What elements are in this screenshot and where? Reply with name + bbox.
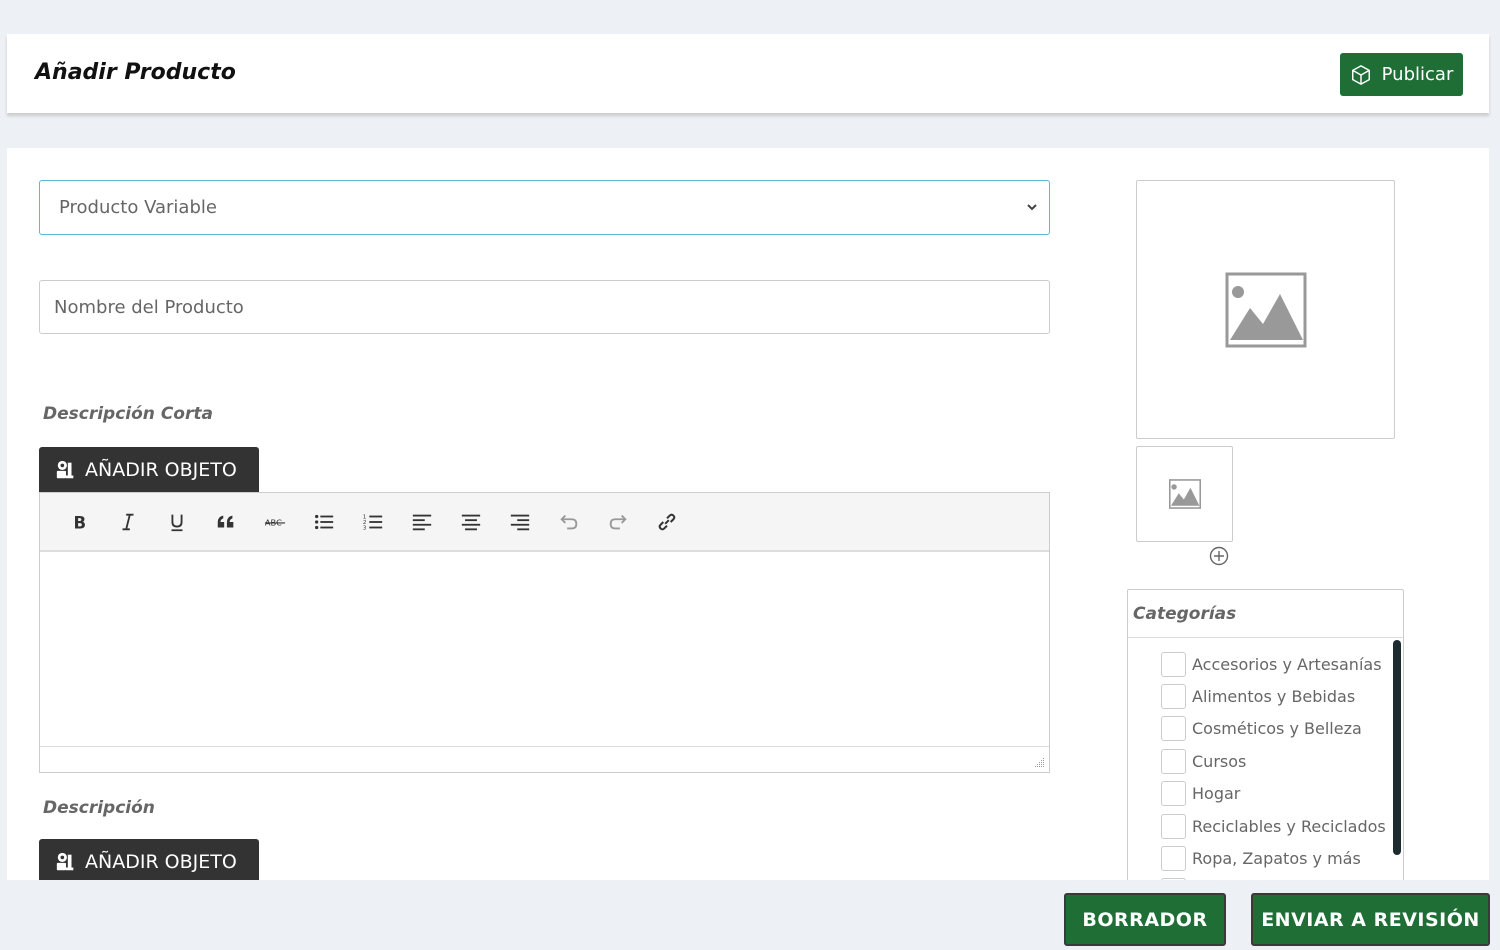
publish-label: Publicar [1381, 64, 1454, 85]
bold-icon: B [73, 513, 86, 532]
align-left-button[interactable] [397, 504, 446, 540]
editor-statusbar [40, 746, 1049, 772]
categories-title: Categorías [1128, 590, 1403, 638]
publish-button[interactable]: Publicar [1340, 53, 1463, 96]
editor-toolbar: B ABC 123 [40, 493, 1049, 552]
undo-button[interactable] [544, 504, 593, 540]
page-header: Añadir Producto Publicar [7, 34, 1489, 113]
add-object-label: AÑADIR OBJETO [85, 850, 237, 873]
categories-list: Accesorios y Artesanías Alimentos y Bebi… [1128, 638, 1403, 880]
description-label: Descripción [43, 798, 155, 818]
product-type-select[interactable]: Producto Variable [39, 180, 1050, 235]
short-description-editor: B ABC 123 [39, 492, 1050, 773]
category-item[interactable]: Ropa, Zapatos y más [1128, 842, 1403, 874]
submit-review-button[interactable]: ENVIAR A REVISIÓN [1251, 893, 1490, 946]
category-item[interactable]: Hogar [1128, 778, 1403, 810]
category-label: Cosméticos y Belleza [1192, 719, 1362, 739]
link-icon [658, 513, 675, 530]
strikethrough-icon: ABC [264, 517, 285, 527]
product-form: Producto Variable Descripción Corta AÑAD… [7, 148, 1489, 880]
category-label: Ropa, Zapatos y más [1192, 849, 1361, 869]
checkbox[interactable] [1161, 813, 1186, 839]
category-item[interactable]: Alimentos y Bebidas [1128, 680, 1403, 712]
bullet-list-icon [314, 514, 333, 529]
italic-button[interactable] [103, 504, 152, 540]
image-placeholder-icon [1225, 272, 1306, 347]
underline-icon [171, 514, 182, 531]
add-circle-icon[interactable] [1209, 546, 1229, 566]
checkbox[interactable] [1161, 846, 1186, 872]
strikethrough-button[interactable]: ABC [250, 504, 299, 540]
bullet-list-button[interactable] [299, 504, 348, 540]
image-placeholder-icon [1168, 479, 1201, 509]
checkbox[interactable] [1161, 748, 1186, 774]
short-description-textarea[interactable] [40, 552, 1049, 746]
align-center-icon [461, 514, 480, 530]
svg-text:B: B [73, 513, 86, 532]
checkbox[interactable] [1161, 781, 1186, 807]
checkbox[interactable] [1161, 716, 1186, 742]
numbered-list-button[interactable]: 123 [348, 504, 397, 540]
bold-button[interactable]: B [54, 504, 103, 540]
add-media-icon [56, 852, 74, 870]
categories-panel: Categorías Accesorios y Artesanías Alime… [1127, 589, 1404, 880]
blockquote-icon [217, 515, 233, 527]
add-media-icon [56, 460, 74, 478]
category-label: Hogar [1192, 784, 1241, 804]
chevron-down-icon [1027, 204, 1037, 211]
featured-image-upload[interactable] [1136, 180, 1395, 439]
category-label: Accesorios y Artesanías [1192, 654, 1382, 674]
redo-button[interactable] [593, 504, 642, 540]
align-left-icon [412, 514, 431, 530]
add-object-button-description[interactable]: AÑADIR OBJETO [39, 839, 259, 880]
page-title: Añadir Producto [35, 60, 236, 85]
checkbox[interactable] [1161, 878, 1186, 880]
italic-icon [122, 513, 133, 530]
checkbox[interactable] [1161, 651, 1186, 677]
align-center-button[interactable] [446, 504, 495, 540]
undo-icon [559, 514, 577, 529]
category-item[interactable]: Accesorios y Artesanías [1128, 648, 1403, 680]
cube-icon [1351, 64, 1370, 85]
redo-icon [609, 514, 627, 529]
category-item[interactable]: Cursos [1128, 745, 1403, 777]
resize-handle-icon[interactable] [1033, 756, 1045, 768]
category-item[interactable]: Reciclables y Reciclados [1128, 810, 1403, 842]
link-button[interactable] [642, 504, 691, 540]
add-object-label: AÑADIR OBJETO [85, 458, 237, 481]
add-object-button-short[interactable]: AÑADIR OBJETO [39, 447, 259, 492]
checkbox[interactable] [1161, 684, 1186, 710]
category-item[interactable] [1128, 875, 1403, 880]
underline-button[interactable] [152, 504, 201, 540]
category-label: Cursos [1192, 751, 1247, 771]
product-type-value: Producto Variable [59, 197, 217, 218]
numbered-list-icon: 123 [362, 514, 382, 531]
product-name-input[interactable] [39, 280, 1050, 334]
blockquote-button[interactable] [201, 504, 250, 540]
category-label: Alimentos y Bebidas [1192, 687, 1356, 707]
align-right-button[interactable] [495, 504, 544, 540]
gallery-image-slot[interactable] [1136, 446, 1233, 542]
align-right-icon [510, 514, 529, 530]
category-item[interactable]: Cosméticos y Belleza [1128, 713, 1403, 745]
draft-button[interactable]: BORRADOR [1064, 893, 1226, 946]
short-description-label: Descripción Corta [43, 404, 213, 424]
category-label: Reciclables y Reciclados [1192, 816, 1386, 836]
svg-text:3: 3 [362, 525, 366, 531]
categories-scrollbar[interactable] [1393, 640, 1401, 855]
